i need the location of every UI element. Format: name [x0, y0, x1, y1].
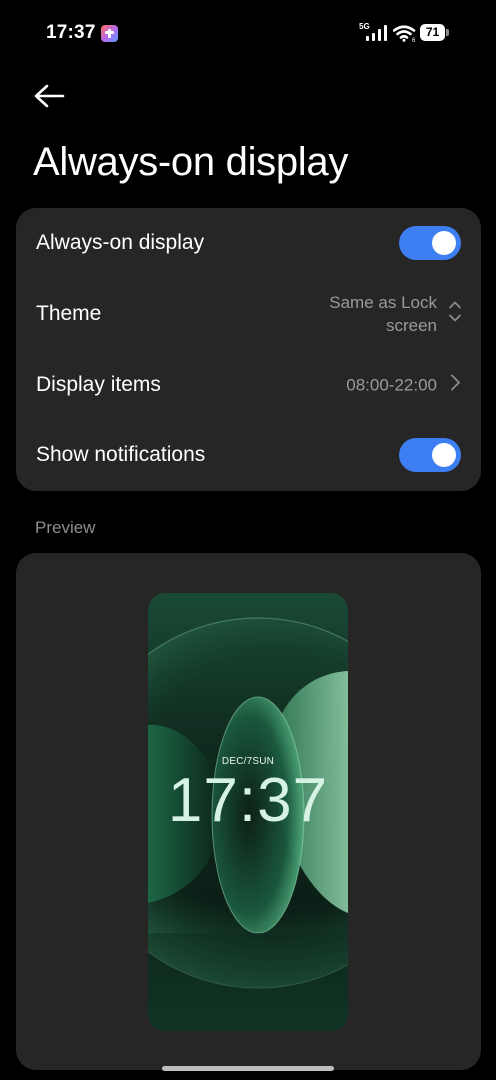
always-on-display-toggle[interactable] — [399, 226, 461, 260]
settings-card: Always-on display Theme Same as Lock scr… — [16, 208, 481, 491]
theme-row[interactable]: Theme Same as Lock screen — [16, 279, 481, 349]
wifi-icon: 6 — [392, 25, 417, 47]
cellular-signal-icon — [364, 25, 388, 47]
status-time: 17:37 — [46, 22, 96, 43]
page-title: Always-on display — [33, 140, 349, 184]
theme-value-line1: Same as Lock — [329, 293, 437, 312]
aod-clock: 17:37 — [167, 766, 329, 835]
always-on-display-label: Always-on display — [36, 231, 205, 254]
display-items-value: 08:00-22:00 — [346, 375, 437, 395]
aod-preview[interactable]: DEC/7SUN 17:37 — [148, 593, 348, 1031]
theme-value: Same as Lock screen — [307, 291, 437, 337]
preview-label: Preview — [35, 518, 96, 537]
display-items-row[interactable]: Display items 08:00-22:00 — [16, 350, 481, 420]
back-button[interactable] — [30, 80, 70, 112]
back-arrow-icon — [30, 84, 70, 116]
toggle-knob — [432, 231, 456, 255]
always-on-display-row[interactable]: Always-on display — [16, 208, 481, 278]
svg-text:6: 6 — [412, 38, 416, 42]
theme-label: Theme — [36, 302, 102, 325]
theme-value-line2: screen — [385, 316, 437, 335]
display-items-label: Display items — [36, 373, 161, 396]
chevron-right-icon — [448, 373, 462, 398]
show-notifications-row[interactable]: Show notifications — [16, 420, 481, 490]
up-down-chevron-icon — [448, 299, 462, 330]
show-notifications-toggle[interactable] — [399, 438, 461, 472]
home-indicator[interactable] — [162, 1066, 334, 1071]
battery-tip — [446, 29, 449, 36]
status-bar: 17:37 5G 6 71 — [0, 0, 496, 62]
toggle-knob — [432, 443, 456, 467]
show-notifications-label: Show notifications — [36, 443, 206, 466]
app-notification-icon — [101, 25, 118, 42]
battery-icon: 71 — [420, 24, 445, 41]
